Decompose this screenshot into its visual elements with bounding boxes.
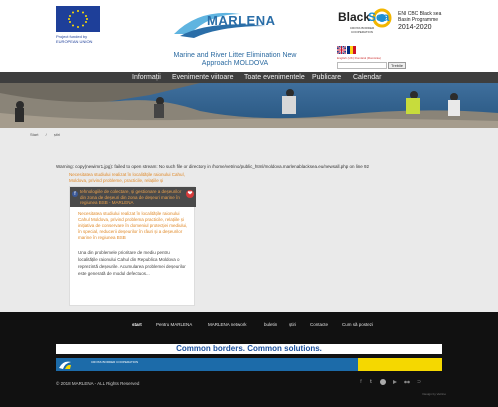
blacksea-logo-coop: CROSS BORDER COOPERATION — [349, 26, 375, 34]
breadcrumb-area: Start / știri — [0, 128, 498, 158]
footer-nav-pentru-marlena[interactable]: Pentru MARLENA — [156, 322, 192, 327]
nav-item-informatii[interactable]: Informații — [132, 73, 161, 82]
eu-caption: Project funded by EUROPEAN UNION — [56, 34, 116, 44]
marlena-logo-text: MARLENA — [207, 13, 276, 28]
designer-credit[interactable]: Design by Vetrino — [374, 392, 446, 396]
main-content: Warning: copy(newimr1.jpg): failed to op… — [0, 158, 498, 312]
footer-nav-contacte[interactable]: Contacte — [310, 322, 328, 327]
breadcrumb-current: știri — [53, 132, 61, 137]
site-title-line-2: Approach MOLDOVA — [201, 60, 269, 67]
social-icons: f t ⊃ — [358, 379, 438, 387]
news-card-share-bar: f tehnologiile de colectare, și gestiona… — [70, 187, 196, 207]
cross-border-strip: CROSS BORDER COOPERATION — [56, 358, 442, 371]
site-header: Project funded by EUROPEAN UNION MARLENA… — [0, 0, 498, 72]
footer-nav-buletin[interactable]: buletin — [264, 322, 277, 327]
page: Project funded by EUROPEAN UNION MARLENA… — [0, 0, 498, 407]
nav-item-toate-evenimentele[interactable]: Toate evenimentele — [244, 73, 305, 82]
copyright-text: © 2018 MARLENA - ALL Rights Reserved — [56, 381, 140, 386]
news-image-alt-link[interactable]: Necesitatea studiului realizat în locali… — [69, 172, 189, 183]
rss-icon[interactable]: ⊃ — [416, 379, 422, 385]
main-nav: Informații Evenimente viitoare Toate eve… — [0, 72, 498, 83]
footer-nav-stiri[interactable]: știri — [289, 322, 296, 327]
news-card: f tehnologiile de colectare, și gestiona… — [69, 186, 196, 306]
twitter-icon[interactable]: t — [368, 379, 374, 385]
news-card-excerpt: Una din problemele prioritare de mediu p… — [78, 250, 186, 276]
search-input[interactable] — [337, 62, 387, 69]
nav-item-publicare[interactable]: Publicare — [312, 73, 341, 82]
programme-caption: ENI CBC Black sea Basin Programme 2014-2… — [398, 11, 460, 32]
blacksea-logo-black: Black — [338, 10, 371, 24]
blacksea-logo-sea: Sea — [368, 10, 390, 24]
programme-years: 2014-2020 — [398, 24, 432, 31]
eu-caption-line-2: EUROPEAN UNION — [56, 39, 93, 44]
footer-nav-marlena-network[interactable]: MARLENA network — [208, 322, 247, 327]
facebook-icon[interactable]: f — [72, 191, 78, 197]
footer-nav-start[interactable]: start — [132, 322, 142, 327]
language-links[interactable]: English (UK) Română (România) — [337, 56, 381, 60]
header-banner-image — [0, 83, 498, 128]
cross-border-coop-text: CROSS BORDER COOPERATION — [91, 360, 139, 364]
cross-border-slogan: Common borders. Common solutions. — [56, 344, 442, 354]
site-title: Marine and River Litter Elimination New … — [150, 52, 320, 68]
site-footer: start Pentru MARLENA MARLENA network bul… — [0, 312, 498, 407]
youtube-icon[interactable] — [392, 379, 398, 385]
cross-border-logo-icon — [59, 361, 71, 369]
breadcrumb-home-link[interactable]: Start — [30, 132, 38, 137]
language-flags — [337, 46, 357, 54]
nav-item-calendar[interactable]: Calendar — [353, 73, 381, 82]
news-card-bar-text[interactable]: tehnologiile de colectare, și gestionare… — [80, 189, 184, 206]
breadcrumb-separator: / — [45, 132, 47, 137]
cross-border-strip-yellow — [358, 358, 442, 371]
romania-flag-icon[interactable] — [347, 46, 356, 54]
google-plus-icon[interactable] — [380, 379, 386, 385]
heart-icon[interactable]: ❤ — [186, 190, 194, 198]
search-button[interactable]: Trebiie — [388, 62, 406, 69]
eu-flag-logo — [56, 6, 100, 32]
facebook-footer-icon[interactable]: f — [358, 379, 364, 385]
php-warning-text: Warning: copy(newimr1.jpg): failed to op… — [56, 164, 369, 169]
site-title-line-1: Marine and River Litter Elimination New — [173, 52, 297, 59]
footer-nav-cum-sa-postezi[interactable]: Cum să postezi — [342, 322, 373, 327]
uk-flag-icon[interactable] — [337, 46, 346, 54]
news-card-title[interactable]: Necesitatea studiului realizat în locali… — [78, 211, 190, 241]
flickr-icon[interactable] — [404, 379, 410, 385]
breadcrumb: Start / știri — [30, 132, 66, 137]
nav-item-evenimente-viitoare[interactable]: Evenimente viitoare — [172, 73, 233, 82]
